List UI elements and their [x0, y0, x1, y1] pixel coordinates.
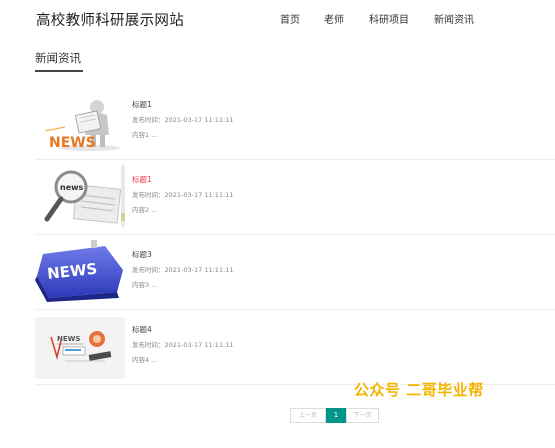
prev-page-button[interactable]: 上一页	[290, 408, 326, 423]
top-navbar: 高校教师科研展示网站 首页 老师 科研项目 新闻资讯	[0, 0, 555, 40]
news-title[interactable]: 标题1	[132, 174, 152, 185]
news-content-preview: 内容2 ...	[132, 206, 158, 214]
news-reader-figure-icon: NEWS	[35, 91, 125, 153]
news-title[interactable]: 标题4	[132, 324, 152, 335]
next-page-button[interactable]: 下一页	[346, 408, 379, 423]
nav-item-teachers[interactable]: 老师	[324, 11, 344, 26]
news-title[interactable]: 标题3	[132, 249, 152, 260]
news-content-preview: 内容3 ...	[132, 281, 158, 289]
watermark-text: 公众号 二哥毕业帮	[354, 381, 484, 399]
news-title[interactable]: 标题1	[132, 99, 152, 110]
news-publish-time: 发布时间：2021-03-17 11:11:11	[132, 191, 234, 199]
svg-text:news: news	[60, 183, 84, 192]
news-publish-time: 发布时间：2021-03-17 11:11:11	[132, 266, 234, 274]
news-keyboard-key-icon: NEWS	[35, 240, 125, 302]
news-item[interactable]: NEWS 标题3 发布时间：2021-03-17 11:11:11 内容3 ..…	[35, 235, 555, 311]
news-publish-time: 发布时间：2021-03-17 11:11:11	[132, 341, 234, 349]
news-content-preview: 内容4 ...	[132, 356, 158, 364]
section-title: 新闻资讯	[35, 51, 81, 65]
nav-item-home[interactable]: 首页	[280, 11, 300, 26]
magnifier-over-newspaper-icon: news	[35, 165, 125, 227]
news-item[interactable]: NEWS 标题1 发布时间：2021-03-17 11:11:11 内容1 ..…	[35, 85, 555, 161]
svg-text:NEWS: NEWS	[49, 135, 96, 151]
current-page-button[interactable]: 1	[326, 408, 346, 423]
nav-item-research-projects[interactable]: 科研项目	[369, 11, 409, 26]
site-title[interactable]: 高校教师科研展示网站	[36, 9, 184, 30]
news-publish-time: 发布时间：2021-03-17 11:11:11	[132, 116, 234, 124]
nav-item-news[interactable]: 新闻资讯	[434, 11, 474, 26]
section-title-underline	[35, 70, 83, 72]
news-sketch-illustration-icon: NEWS	[35, 317, 125, 379]
news-item[interactable]: NEWS 标题4 发布时间：2021-03-17 11:11:11 内容4 ..…	[35, 310, 555, 386]
news-item[interactable]: news 标题1 发布时间：2021-03-17 11:11:11 内容2 ..…	[35, 160, 555, 236]
news-content-preview: 内容1 ...	[132, 131, 158, 139]
